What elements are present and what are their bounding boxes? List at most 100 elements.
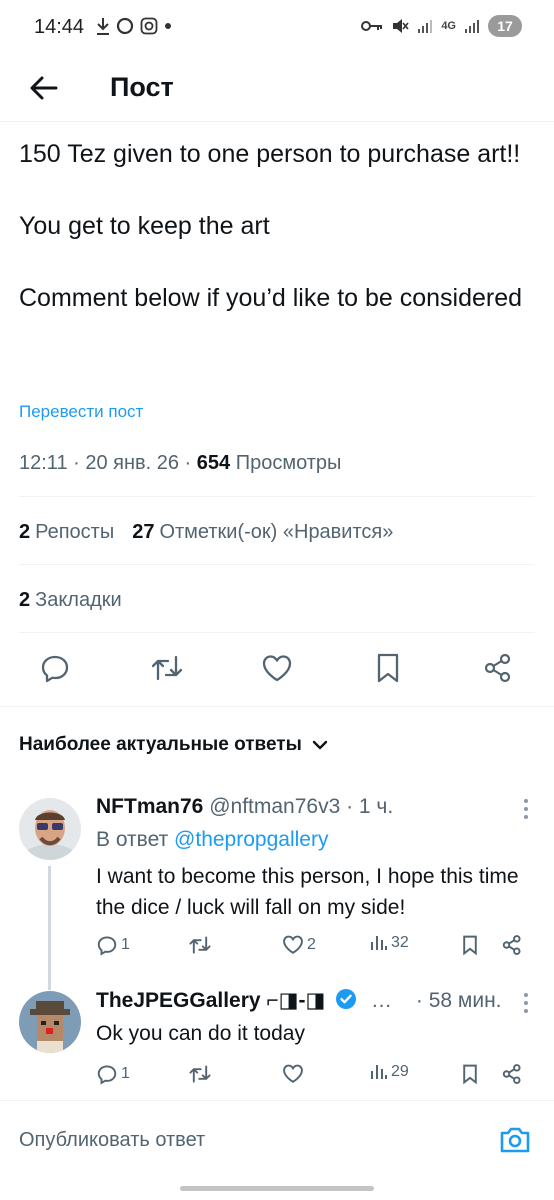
app-header: Пост xyxy=(0,56,554,122)
reply-item[interactable]: TheJPEGGallery ⌐◨-◨ … · 58 мин. Ok you c… xyxy=(0,980,554,1100)
status-time: 14:44 xyxy=(34,16,85,38)
avatar-image xyxy=(19,798,81,860)
heart-icon xyxy=(262,655,292,682)
post-timestamp: 12:11 · 20 янв. 26 · xyxy=(19,452,197,474)
divider xyxy=(19,632,535,633)
views-chart-icon xyxy=(371,1065,387,1079)
reply-handle-truncated: … xyxy=(371,989,393,1012)
post-text: 150 Tez given to one person to purchase … xyxy=(19,136,539,352)
repost-icon xyxy=(189,936,211,954)
divider xyxy=(19,564,535,565)
reply-text: Ok you can do it today xyxy=(96,1022,305,1045)
share-icon xyxy=(484,653,511,683)
thread-line xyxy=(48,980,51,990)
reply-time: · 58 мин. xyxy=(415,989,502,1012)
network-type: 4G xyxy=(441,20,456,32)
more-options-icon[interactable] xyxy=(522,992,530,1014)
reply-action-bar: 1 29 xyxy=(96,1063,536,1091)
post-meta: 12:11 · 20 янв. 26 · 654 Просмотры xyxy=(19,452,341,475)
reply-icon xyxy=(97,936,117,956)
camera-icon xyxy=(500,1127,530,1153)
bookmark-icon xyxy=(463,935,477,956)
reply-count: 1 xyxy=(121,1065,130,1082)
battery-indicator: 17 xyxy=(488,15,522,37)
repost-icon xyxy=(151,655,183,681)
home-indicator[interactable] xyxy=(180,1186,374,1191)
reply-count: 1 xyxy=(121,936,130,953)
reply-like-button[interactable]: 2 xyxy=(282,934,316,955)
reply-author-name[interactable]: NFTman76 xyxy=(96,795,203,818)
views-label: Просмотры xyxy=(230,452,342,474)
reply-header: TheJPEGGallery ⌐◨-◨ … · 58 мин. xyxy=(96,988,502,1013)
post-paragraph: 150 Tez given to one person to purchase … xyxy=(19,140,521,168)
reply-views-button[interactable]: 32 xyxy=(370,934,409,952)
back-arrow-icon xyxy=(30,76,58,100)
compose-placeholder[interactable]: Опубликовать ответ xyxy=(19,1129,205,1152)
heart-icon xyxy=(283,1064,303,1083)
share-icon xyxy=(502,1064,521,1084)
share-icon xyxy=(502,935,521,955)
reply-item[interactable]: NFTman76 @nftman76v3 · 1 ч. В ответ @the… xyxy=(0,790,554,986)
bookmarks-stat-row: 2 Закладки xyxy=(19,589,122,612)
reply-repost-button[interactable] xyxy=(188,1063,212,1085)
views-chart-icon xyxy=(371,936,387,950)
more-options-icon[interactable] xyxy=(522,798,530,820)
mute-icon xyxy=(393,19,409,33)
bookmark-icon xyxy=(463,1064,477,1085)
download-icon xyxy=(97,18,109,35)
reply-reply-button[interactable]: 1 xyxy=(96,934,130,956)
reply-views-button[interactable]: 29 xyxy=(370,1063,409,1081)
heart-icon xyxy=(283,935,303,954)
avatar-image xyxy=(19,991,81,1053)
verified-badge-icon xyxy=(336,989,357,1009)
bookmark-button[interactable] xyxy=(370,650,406,686)
reply-share-button[interactable] xyxy=(501,1063,523,1085)
reply-button[interactable] xyxy=(37,650,73,686)
signal-icon-2 xyxy=(465,20,479,33)
repost-icon xyxy=(189,1065,211,1083)
views-count: 654 xyxy=(196,452,231,474)
bookmark-icon xyxy=(377,653,399,683)
reply-to-handle[interactable]: @thepropgallery xyxy=(174,828,328,851)
thread-line xyxy=(48,866,51,986)
post-paragraph: You get to keep the art xyxy=(19,212,270,240)
reply-share-button[interactable] xyxy=(501,934,523,956)
reply-like-button[interactable] xyxy=(282,1063,304,1084)
reply-reply-button[interactable]: 1 xyxy=(96,1063,130,1085)
like-count: 2 xyxy=(307,935,316,953)
reply-action-bar: 1 2 32 xyxy=(96,934,536,962)
reply-to-line: В ответ @thepropgallery xyxy=(96,828,329,851)
avatar[interactable] xyxy=(19,991,81,1053)
chevron-down-icon xyxy=(312,740,328,750)
reply-icon xyxy=(97,1065,117,1085)
reply-repost-button[interactable] xyxy=(188,934,212,956)
post-paragraph: Comment below if you’d like to be consid… xyxy=(19,284,523,312)
reply-author-name[interactable]: TheJPEGGallery ⌐◨-◨ xyxy=(96,989,325,1012)
repost-button[interactable] xyxy=(149,650,185,686)
camera-button[interactable] xyxy=(498,1123,532,1157)
divider xyxy=(19,496,535,497)
reply-header: NFTman76 @nftman76v3 · 1 ч. xyxy=(96,795,393,819)
likes-stat[interactable]: 27 Отметки(-ок) «Нравится» xyxy=(132,521,393,544)
post-action-bar xyxy=(0,650,554,690)
section-divider xyxy=(0,706,554,707)
views-count: 29 xyxy=(391,1063,409,1080)
avatar[interactable] xyxy=(19,798,81,860)
reply-icon xyxy=(41,655,69,683)
replies-sort-dropdown[interactable]: Наиболее актуальные ответы xyxy=(19,734,328,756)
share-button[interactable] xyxy=(480,650,516,686)
reposts-stat[interactable]: 2 Репосты xyxy=(19,521,114,544)
like-button[interactable] xyxy=(259,650,295,686)
signal-icon xyxy=(418,20,433,33)
reply-author-handle: @nftman76v3 · 1 ч. xyxy=(203,795,394,818)
page-title: Пост xyxy=(110,72,174,102)
reply-compose-bar[interactable]: Опубликовать ответ xyxy=(0,1100,554,1180)
replies-sort-label: Наиболее актуальные ответы xyxy=(19,734,302,755)
back-button[interactable] xyxy=(26,70,62,106)
reply-bookmark-button[interactable] xyxy=(461,934,479,956)
status-bar: 14:44 4G 17 xyxy=(0,0,554,56)
key-icon xyxy=(361,21,383,31)
translate-post-link[interactable]: Перевести пост xyxy=(19,402,143,422)
bookmarks-stat[interactable]: 2 Закладки xyxy=(19,589,122,612)
reply-bookmark-button[interactable] xyxy=(461,1063,479,1085)
